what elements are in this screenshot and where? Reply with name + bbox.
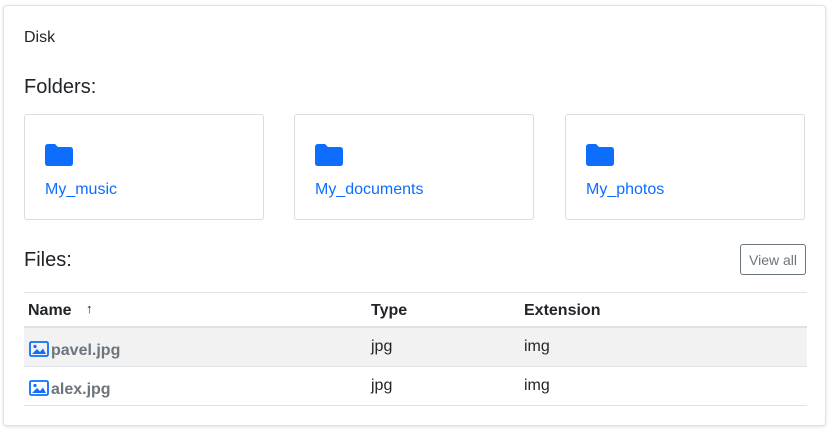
- file-type: jpg: [371, 377, 393, 394]
- folder-icon: [45, 144, 73, 166]
- folder-card-my-music[interactable]: My_music: [24, 114, 264, 220]
- disk-card: Disk Folders: My_music My_documents My_p…: [3, 5, 826, 426]
- folder-label[interactable]: My_photos: [586, 181, 664, 199]
- folder-label[interactable]: My_documents: [315, 181, 424, 199]
- column-header-extension[interactable]: Extension: [524, 302, 600, 320]
- image-icon: [29, 341, 49, 357]
- sort-ascending-icon[interactable]: ↑: [86, 301, 93, 316]
- files-table: Name ↑ Type Extension pavel.jpg jpg img: [24, 292, 807, 406]
- image-icon: [29, 380, 49, 396]
- breadcrumb[interactable]: Disk: [24, 29, 55, 47]
- column-header-type[interactable]: Type: [371, 302, 407, 320]
- file-type: jpg: [371, 338, 393, 355]
- file-link[interactable]: alex.jpg: [29, 377, 111, 399]
- folder-icon: [586, 144, 614, 166]
- folder-label[interactable]: My_music: [45, 181, 117, 199]
- file-name[interactable]: alex.jpg: [51, 381, 111, 399]
- column-header-name[interactable]: Name: [28, 302, 72, 320]
- folder-card-my-photos[interactable]: My_photos: [565, 114, 805, 220]
- file-extension: img: [524, 377, 550, 394]
- file-link[interactable]: pavel.jpg: [29, 338, 120, 360]
- folders-heading: Folders:: [24, 76, 97, 98]
- table-row: pavel.jpg jpg img: [24, 328, 807, 367]
- files-heading: Files:: [24, 249, 72, 271]
- file-name[interactable]: pavel.jpg: [51, 342, 120, 360]
- table-row: alex.jpg jpg img: [24, 367, 807, 406]
- table-header: Name ↑ Type Extension: [24, 292, 807, 328]
- file-extension: img: [524, 338, 550, 355]
- view-all-button[interactable]: View all: [740, 244, 806, 275]
- folder-icon: [315, 144, 343, 166]
- folder-card-my-documents[interactable]: My_documents: [294, 114, 534, 220]
